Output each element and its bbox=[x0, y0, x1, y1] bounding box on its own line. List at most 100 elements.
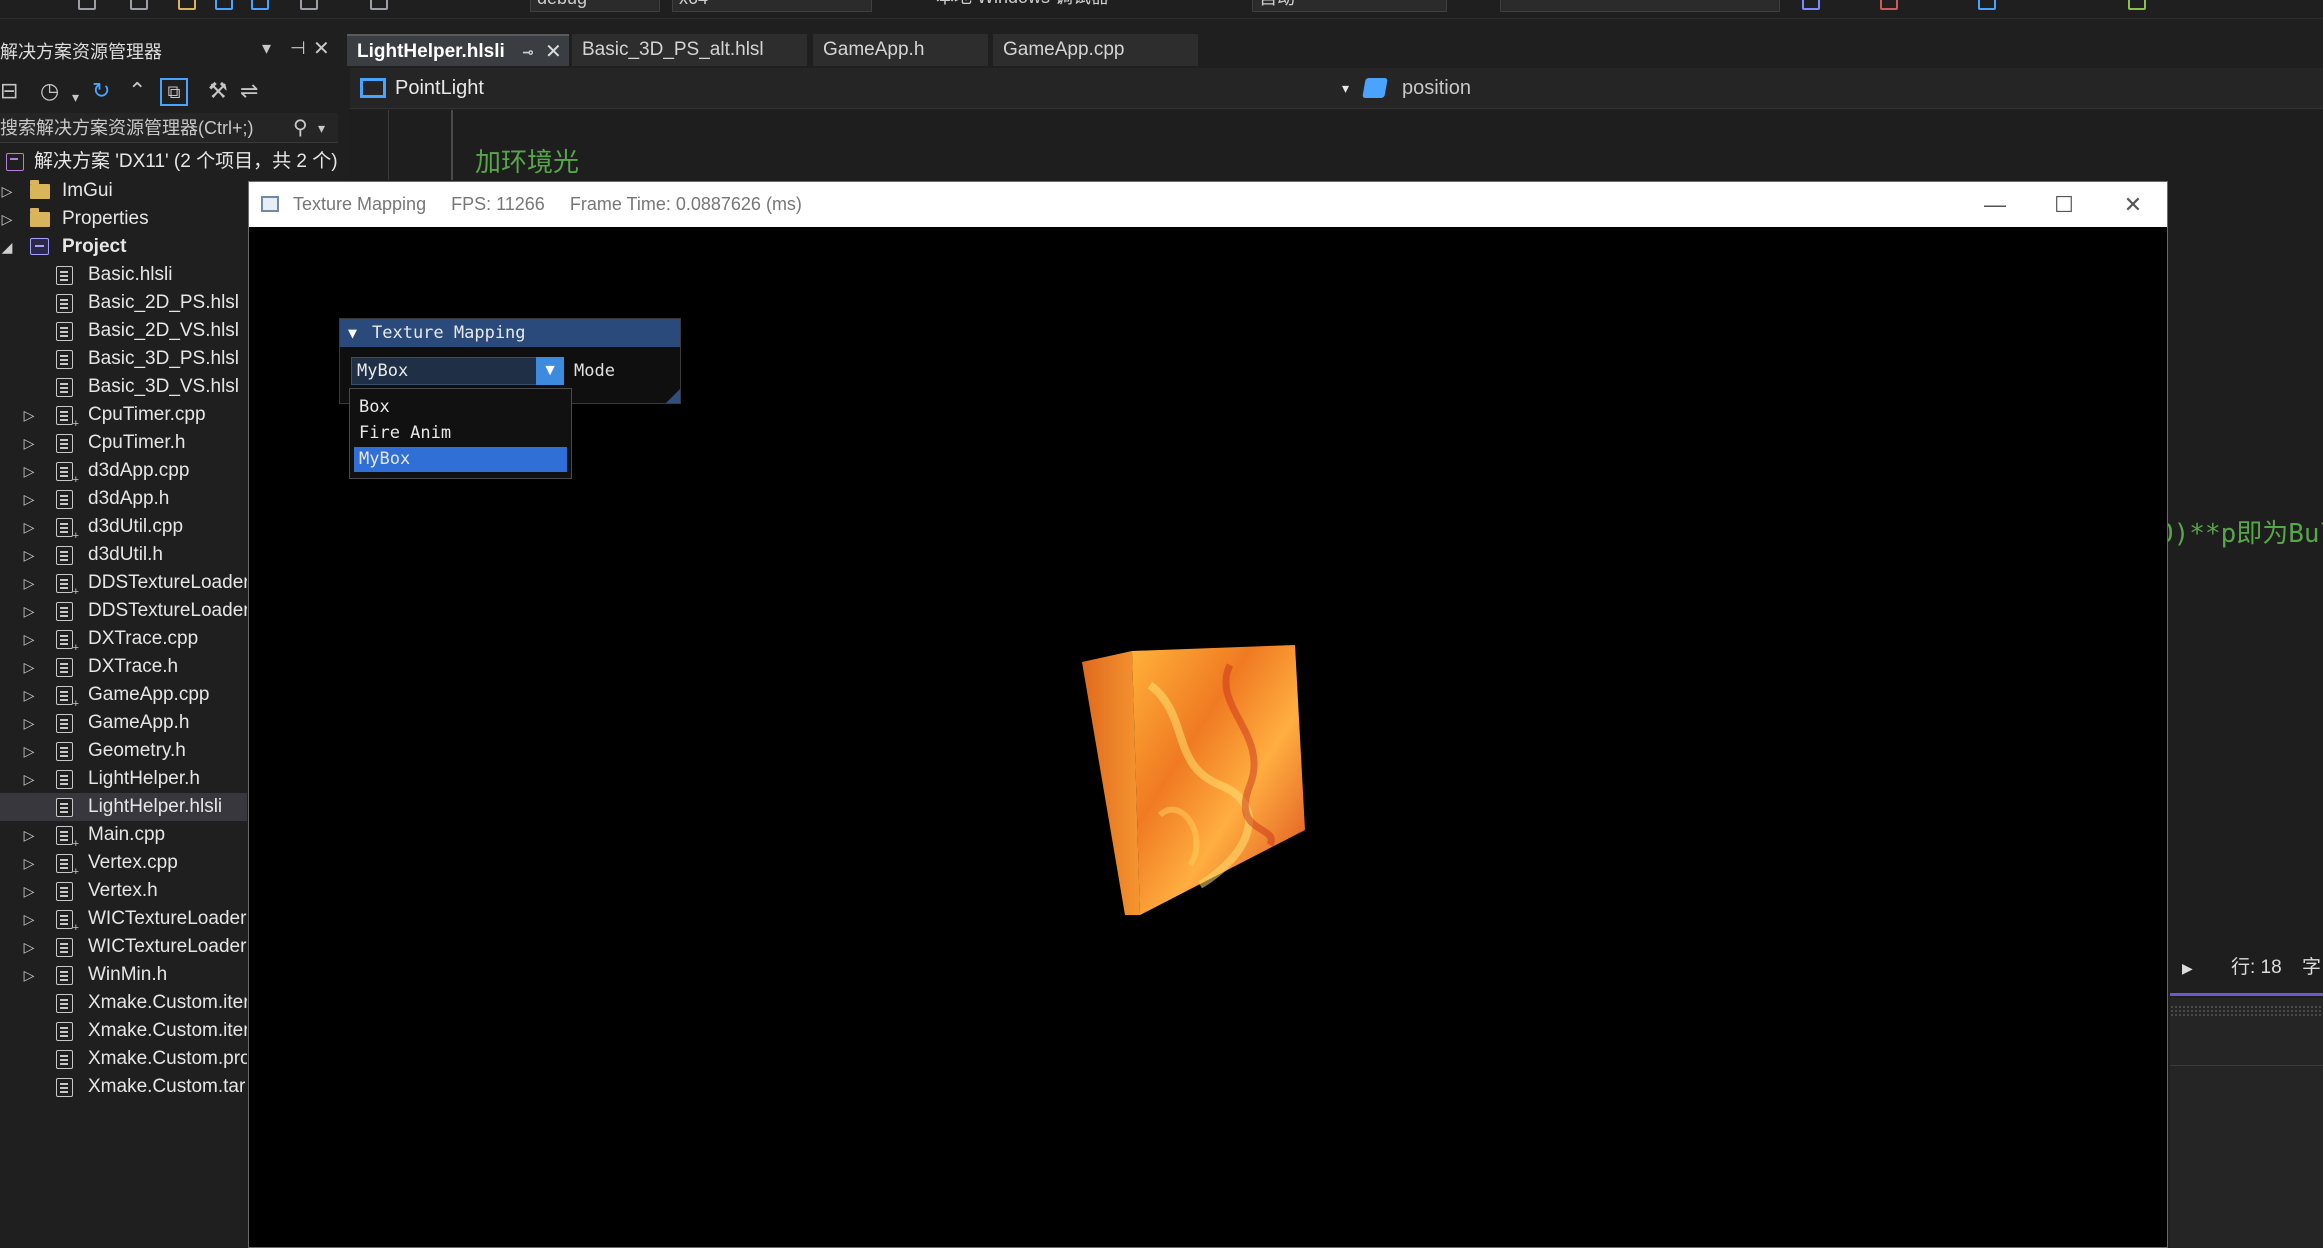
option-mybox[interactable]: MyBox bbox=[354, 447, 567, 472]
save-icon[interactable] bbox=[78, 0, 96, 10]
tree-item[interactable]: ▷ CpuTimer.cpp bbox=[0, 401, 247, 429]
tab-lighthelper-hlsli[interactable]: LightHelper.hlsli ⊸ ✕ bbox=[347, 34, 569, 66]
redo-icon[interactable] bbox=[370, 0, 388, 10]
tool-icon-1[interactable] bbox=[1802, 0, 1820, 10]
expand-arrow-icon[interactable]: ▷ bbox=[22, 681, 36, 709]
run-debugger-button[interactable]: 本地 Windows 调试器 bbox=[930, 0, 1130, 12]
tree-item[interactable]: ▷ WinMin.h bbox=[0, 961, 247, 989]
tree-item[interactable]: ▷ Properties bbox=[0, 205, 247, 233]
sync-icon[interactable]: ⊟ bbox=[0, 78, 18, 104]
properties-wrench-icon[interactable]: ⚒ bbox=[208, 78, 228, 104]
tree-item[interactable]: ▷ Geometry.h bbox=[0, 737, 247, 765]
app-titlebar[interactable]: Texture Mapping FPS: 11266 Frame Time: 0… bbox=[249, 182, 2167, 227]
option-fire-anim[interactable]: Fire Anim bbox=[354, 421, 567, 446]
close-icon[interactable]: ✕ bbox=[313, 36, 330, 61]
tool-icon-2[interactable] bbox=[1880, 0, 1898, 10]
solution-explorer-search[interactable]: 搜索解决方案资源管理器(Ctrl+;) ⚲ ▾ bbox=[0, 113, 338, 143]
history-dropdown-icon[interactable]: ▾ bbox=[72, 84, 79, 110]
expand-arrow-icon[interactable]: ▷ bbox=[0, 177, 14, 205]
expand-arrow-icon[interactable]: ▷ bbox=[22, 821, 36, 849]
expand-arrow-icon[interactable]: ▷ bbox=[22, 513, 36, 541]
save-icon-2[interactable] bbox=[251, 0, 269, 10]
refresh-icon[interactable]: ↻ bbox=[92, 78, 110, 104]
expand-arrow-icon[interactable]: ▷ bbox=[22, 877, 36, 905]
maximize-button[interactable]: ☐ bbox=[2030, 182, 2098, 227]
combo-arrow-icon[interactable]: ▼ bbox=[536, 357, 564, 385]
tree-item[interactable]: ▷ Main.cpp bbox=[0, 821, 247, 849]
tree-item[interactable]: Xmake.Custom.iter bbox=[0, 1017, 247, 1045]
expand-arrow-icon[interactable]: ▷ bbox=[22, 905, 36, 933]
platform-select[interactable]: x64 bbox=[672, 0, 872, 12]
scroll-right-icon[interactable]: ▶ bbox=[2182, 950, 2193, 986]
solution-node[interactable]: 解决方案 'DX11' (2 个项目，共 2 个) bbox=[0, 148, 347, 176]
tree-item[interactable]: ▷ GameApp.cpp bbox=[0, 681, 247, 709]
tree-item[interactable]: ▷ LightHelper.h bbox=[0, 765, 247, 793]
expand-arrow-icon[interactable]: ▷ bbox=[22, 933, 36, 961]
imgui-titlebar[interactable]: ▼ Texture Mapping bbox=[340, 319, 680, 347]
search-icon[interactable]: ⚲ bbox=[293, 113, 308, 143]
collapse-all-icon[interactable]: ⌃ bbox=[128, 78, 146, 104]
tree-item[interactable]: Basic.hlsli bbox=[0, 261, 247, 289]
expand-arrow-icon[interactable]: ▷ bbox=[22, 625, 36, 653]
scope-dropdown[interactable]: PointLight ▾ bbox=[350, 72, 1358, 104]
dropdown-arrow-icon[interactable]: ▾ bbox=[262, 38, 271, 59]
new-file-icon[interactable] bbox=[130, 0, 148, 10]
tree-item[interactable]: Basic_2D_VS.hlsl bbox=[0, 317, 247, 345]
undo-icon[interactable] bbox=[300, 0, 318, 10]
tree-item[interactable]: Basic_2D_PS.hlsl bbox=[0, 289, 247, 317]
tree-item[interactable]: LightHelper.hlsli bbox=[0, 793, 247, 821]
tab-gameapp-h[interactable]: GameApp.h bbox=[813, 34, 988, 66]
tree-item[interactable]: Xmake.Custom.pro bbox=[0, 1045, 247, 1073]
tree-item[interactable]: ▷ DDSTextureLoader bbox=[0, 569, 247, 597]
pin-icon[interactable]: ⊣ bbox=[290, 38, 306, 59]
tool-icon-4[interactable] bbox=[2128, 0, 2146, 10]
tree-item[interactable]: Xmake.Custom.iter bbox=[0, 989, 247, 1017]
expand-arrow-icon[interactable]: ▷ bbox=[22, 597, 36, 625]
tab-basic-3d-ps-alt[interactable]: Basic_3D_PS_alt.hlsl bbox=[572, 34, 807, 66]
tree-item[interactable]: ◢ Project bbox=[0, 233, 247, 261]
tree-item[interactable]: Basic_3D_VS.hlsl bbox=[0, 373, 247, 401]
history-icon[interactable]: ◷ bbox=[40, 78, 59, 104]
close-button[interactable]: ✕ bbox=[2099, 182, 2167, 227]
expand-arrow-icon[interactable]: ▷ bbox=[22, 709, 36, 737]
tree-item[interactable]: ▷ d3dApp.cpp bbox=[0, 457, 247, 485]
tree-item[interactable]: ▷ WICTextureLoader bbox=[0, 905, 247, 933]
search-input[interactable]: 搜索解决方案资源管理器(Ctrl+;) bbox=[0, 118, 254, 138]
tree-item[interactable]: ▷ Vertex.h bbox=[0, 877, 247, 905]
expand-arrow-icon[interactable]: ▷ bbox=[22, 569, 36, 597]
tree-item[interactable]: ▷ d3dApp.h bbox=[0, 485, 247, 513]
tree-item[interactable]: ▷ d3dUtil.h bbox=[0, 541, 247, 569]
expand-arrow-icon[interactable]: ▷ bbox=[22, 485, 36, 513]
expand-arrow-icon[interactable]: ▷ bbox=[22, 541, 36, 569]
tool-icon-3[interactable] bbox=[1978, 0, 1996, 10]
tree-item[interactable]: ▷ Vertex.cpp bbox=[0, 849, 247, 877]
expand-arrow-icon[interactable]: ▷ bbox=[22, 457, 36, 485]
close-icon[interactable]: ✕ bbox=[545, 36, 562, 68]
show-all-files-icon[interactable]: ⧉ bbox=[160, 78, 188, 106]
tree-item[interactable]: ▷ DXTrace.cpp bbox=[0, 625, 247, 653]
expand-arrow-icon[interactable]: ▷ bbox=[22, 961, 36, 989]
resize-grip[interactable] bbox=[666, 389, 680, 403]
preview-icon[interactable]: ⇌ bbox=[240, 78, 258, 104]
open-folder-icon[interactable] bbox=[178, 0, 196, 10]
startup-select[interactable]: 自动 bbox=[1252, 0, 1447, 12]
tab-gameapp-cpp[interactable]: GameApp.cpp bbox=[993, 34, 1198, 66]
tree-item[interactable]: ▷ DXTrace.h bbox=[0, 653, 247, 681]
search-box[interactable] bbox=[1500, 0, 1780, 12]
expand-arrow-icon[interactable]: ▷ bbox=[22, 849, 36, 877]
minimize-button[interactable]: — bbox=[1961, 182, 2029, 227]
expand-arrow-icon[interactable]: ▷ bbox=[0, 205, 14, 233]
search-options-icon[interactable]: ▾ bbox=[318, 113, 325, 143]
save-all-icon[interactable] bbox=[215, 0, 233, 10]
expanded-arrow-icon[interactable]: ◢ bbox=[0, 233, 14, 261]
expand-arrow-icon[interactable]: ▷ bbox=[22, 765, 36, 793]
tree-item[interactable]: ▷ GameApp.h bbox=[0, 709, 247, 737]
tree-item[interactable]: ▷ ImGui bbox=[0, 177, 247, 205]
tree-item[interactable]: ▷ WICTextureLoader bbox=[0, 933, 247, 961]
panel-grip[interactable] bbox=[2170, 1005, 2323, 1017]
collapse-arrow-icon[interactable]: ▼ bbox=[348, 319, 357, 347]
option-box[interactable]: Box bbox=[354, 395, 567, 420]
expand-arrow-icon[interactable]: ▷ bbox=[22, 401, 36, 429]
tree-item[interactable]: ▷ d3dUtil.cpp bbox=[0, 513, 247, 541]
expand-arrow-icon[interactable]: ▷ bbox=[22, 653, 36, 681]
